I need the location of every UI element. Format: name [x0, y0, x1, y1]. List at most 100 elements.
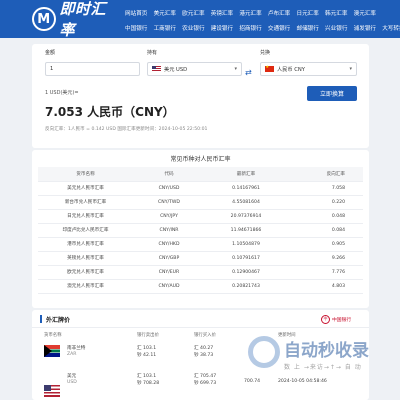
nav-link[interactable]: 工商银行: [154, 24, 176, 32]
convert-button[interactable]: 立即换算: [307, 86, 357, 101]
currency-name[interactable]: 澳元兑人民币汇率: [38, 279, 133, 294]
currency-name[interactable]: 港币兑人民币汇率: [38, 237, 133, 252]
watermark-logo-icon: [248, 336, 280, 368]
chevron-down-icon: ▾: [234, 66, 237, 72]
table-row[interactable]: 英镑兑人民币汇率 CNY/GBP 0.10791617 9.266: [38, 251, 363, 266]
site-logo[interactable]: M 即时汇率: [32, 0, 120, 39]
table-row[interactable]: 港币兑人民币汇率 CNY/HKD 1.10504879 0.905: [38, 237, 363, 252]
reverse-rate: 0.905: [287, 237, 363, 252]
table-row[interactable]: 印度卢比兑人民币汇率 CNY/INR 11.94671866 0.084: [38, 223, 363, 238]
exchange-currency-select[interactable]: 人民币 CNY ▾: [260, 62, 357, 76]
currency-code: CNY/TWD: [133, 195, 205, 210]
nav-link[interactable]: 交通银行: [268, 24, 290, 32]
reverse-rate: 9.266: [287, 251, 363, 266]
nav-link[interactable]: 浦发银行: [354, 24, 376, 32]
nav-row-2: 中国银行 工商银行 农业银行 建设银行 招商银行 交通银行 邮储银行 兴业银行 …: [125, 20, 400, 35]
currency-code: CNY/EUR: [133, 265, 205, 280]
buy-rate: 汇 40.27: [194, 346, 214, 351]
watermark-subtext: 数 上 →来访→↑→ 自 动: [284, 364, 362, 371]
result-prefix: 1 USD(美元)=: [45, 90, 79, 96]
cn-flag-icon: [265, 64, 274, 72]
rates-table: 货币名称 代码 最新汇率 反向汇率 美元兑人民币汇率 CNY/USD 0.141…: [38, 167, 363, 294]
nav-link[interactable]: 大写转换: [382, 24, 400, 32]
chevron-down-icon: ▾: [349, 66, 352, 72]
sell-rate: 汇 103.1: [137, 346, 157, 351]
nav-link[interactable]: 中国银行: [125, 24, 147, 32]
latest-rate: 0.20821743: [205, 279, 287, 294]
nav-link[interactable]: 招商银行: [239, 24, 261, 32]
col-header: 最新汇率: [205, 167, 287, 182]
logo-icon: M: [32, 7, 56, 31]
nav-link[interactable]: 澳元汇率: [354, 9, 376, 17]
currency-name[interactable]: 欧元兑人民币汇率: [38, 265, 133, 280]
logo-text: 即时汇率: [59, 0, 107, 39]
currency-name[interactable]: 印度卢比兑人民币汇率: [38, 223, 133, 238]
nav-link[interactable]: 农业银行: [182, 24, 204, 32]
sell-rate: 汇 103.1: [137, 374, 157, 379]
col-header: 反向汇率: [287, 167, 363, 182]
reverse-rate: 0.048: [287, 209, 363, 224]
nav-link[interactable]: 美元汇率: [154, 9, 176, 17]
exchange-currency-value: 人民币 CNY: [277, 66, 305, 73]
latest-rate: 0.10791617: [205, 251, 287, 266]
nav-link[interactable]: 建设银行: [211, 24, 233, 32]
za-flag-icon: [44, 345, 60, 357]
nav-link[interactable]: 网站首页: [125, 9, 147, 17]
latest-rate: 1.10504879: [205, 237, 287, 252]
reverse-rate: 4.803: [287, 279, 363, 294]
hold-currency-select[interactable]: 美元 USD ▾: [147, 62, 242, 76]
reverse-rate: 7.058: [287, 181, 363, 196]
currency-code: CNY/AUD: [133, 279, 205, 294]
amount-input[interactable]: 1: [45, 62, 140, 76]
rates-title: 常见币种对人民币汇率: [170, 156, 231, 163]
nav-link[interactable]: 英镑汇率: [211, 9, 233, 17]
nav-row-1: 网站首页 美元汇率 欧元汇率 英镑汇率 港元汇率 卢布汇率 日元汇率 韩元汇率 …: [125, 5, 376, 20]
us-flag-icon: [152, 66, 161, 72]
currency-code: CNY/GBP: [133, 251, 205, 266]
currency-name[interactable]: 美元兑人民币汇率: [38, 181, 133, 196]
watermark-text: 自动秒收录: [284, 341, 369, 361]
latest-rate: 20.97376914: [205, 209, 287, 224]
nav-link[interactable]: 兴业银行: [325, 24, 347, 32]
nav-link[interactable]: 日元汇率: [296, 9, 318, 17]
bank-quotes-header: 外汇牌价 中 中国银行: [32, 310, 369, 328]
nav-link[interactable]: 港元汇率: [239, 9, 261, 17]
nav-link[interactable]: 邮储银行: [296, 24, 318, 32]
nav-link[interactable]: 卢布汇率: [268, 9, 290, 17]
currency-name[interactable]: 南非兰特: [67, 345, 85, 351]
table-row[interactable]: 美元兑人民币汇率 CNY/USD 0.14167961 7.058: [38, 181, 363, 196]
bank-quotes-title: 外汇牌价: [46, 317, 71, 324]
converter-panel: 金额 持有 兑换 1 美元 USD ▾ ⇄ 人民币 CNY ▾ 1 USD(美元…: [32, 44, 369, 148]
nav-link[interactable]: 欧元汇率: [182, 9, 204, 17]
swap-icon[interactable]: ⇄: [245, 68, 252, 77]
amount-label: 金额: [45, 50, 56, 56]
currency-name[interactable]: 新台币兑人民币汇率: [38, 195, 133, 210]
currency-name[interactable]: 日元兑人民币汇率: [38, 209, 133, 224]
table-row[interactable]: 澳元兑人民币汇率 CNY/AUD 0.20821743 4.803: [38, 279, 363, 294]
currency-name[interactable]: 英镑兑人民币汇率: [38, 251, 133, 266]
result-value: 7.053 人民币（CNY）: [45, 105, 175, 119]
buy-rate-cash: 钞 699.73: [194, 381, 217, 386]
col-header: 银行买入价: [194, 333, 216, 338]
hold-currency-value: 美元 USD: [164, 66, 188, 73]
main-nav: 网站首页 美元汇率 欧元汇率 英镑汇率 港元汇率 卢布汇率 日元汇率 韩元汇率 …: [125, 5, 400, 35]
buy-rate-cash: 钞 38.73: [194, 353, 214, 358]
col-header: 银行卖出价: [137, 333, 159, 338]
nav-link[interactable]: 韩元汇率: [325, 9, 347, 17]
latest-rate: 0.12900467: [205, 265, 287, 280]
table-row[interactable]: 欧元兑人民币汇率 CNY/EUR 0.12900467 7.776: [38, 265, 363, 280]
currency-code: CNY/INR: [133, 223, 205, 238]
latest-rate: 11.94671866: [205, 223, 287, 238]
currency-name[interactable]: 美元: [67, 373, 76, 379]
boc-logo-icon: 中: [321, 314, 330, 324]
table-row[interactable]: 日元兑人民币汇率 CNY/JPY 20.97376914 0.048: [38, 209, 363, 224]
reverse-rate: 0.220: [287, 195, 363, 210]
us-flag-icon: [44, 385, 60, 397]
latest-rate: 0.14167961: [205, 181, 287, 196]
table-row[interactable]: 新台币兑人民币汇率 CNY/TWD 4.55081604 0.220: [38, 195, 363, 210]
currency-code: CNY/JPY: [133, 209, 205, 224]
currency-code: ZAR: [67, 352, 77, 357]
bank-of-china-logo: 中 中国银行: [321, 314, 361, 324]
col-header: 货币名称: [38, 167, 133, 182]
currency-code: CNY/USD: [133, 181, 205, 196]
